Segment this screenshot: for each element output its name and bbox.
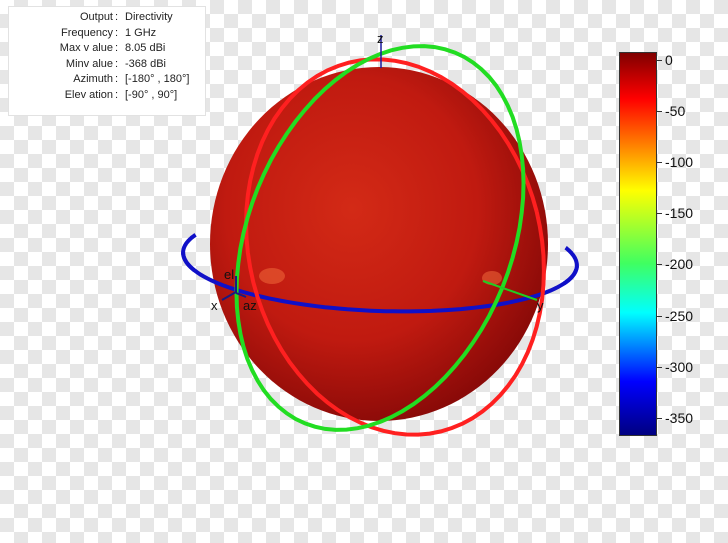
colorbar-tick <box>657 366 662 368</box>
colorbar-tick <box>657 60 662 62</box>
colorbar-tick-label: -350 <box>665 409 694 426</box>
colorbar-gradient <box>620 53 656 435</box>
colorbar-tick-label: -150 <box>665 205 694 222</box>
radiation-sphere <box>210 67 548 421</box>
colorbar-tick <box>657 264 662 266</box>
sphere-highlight <box>259 268 285 284</box>
colorbar-tick-label: 0 <box>665 52 673 69</box>
colorbar-tick <box>657 315 662 317</box>
el-axis-label: el <box>224 267 234 282</box>
azimuth-cut-ends <box>563 246 579 285</box>
colorbar-tick-label: -300 <box>665 358 694 375</box>
sphere-highlight <box>482 271 502 285</box>
azimuth-cut-ends <box>181 233 197 272</box>
az-axis-label: az <box>243 298 257 313</box>
colorbar-tick <box>657 213 662 215</box>
colorbar-tick <box>657 162 662 164</box>
colorbar-tick <box>657 111 662 113</box>
z-axis-label: z <box>377 31 384 46</box>
colorbar-tick-label: -200 <box>665 256 694 273</box>
x-axis-label: x <box>211 298 218 313</box>
colorbar <box>619 52 657 436</box>
colorbar-tick-label: -250 <box>665 307 694 324</box>
colorbar-tick <box>657 417 662 419</box>
colorbar-tick-label: -50 <box>665 103 686 120</box>
pattern-sphere <box>210 67 548 421</box>
colorbar-fill <box>620 53 656 435</box>
colorbar-tick-label: -100 <box>665 154 694 171</box>
y-axis-label: y <box>537 298 544 313</box>
